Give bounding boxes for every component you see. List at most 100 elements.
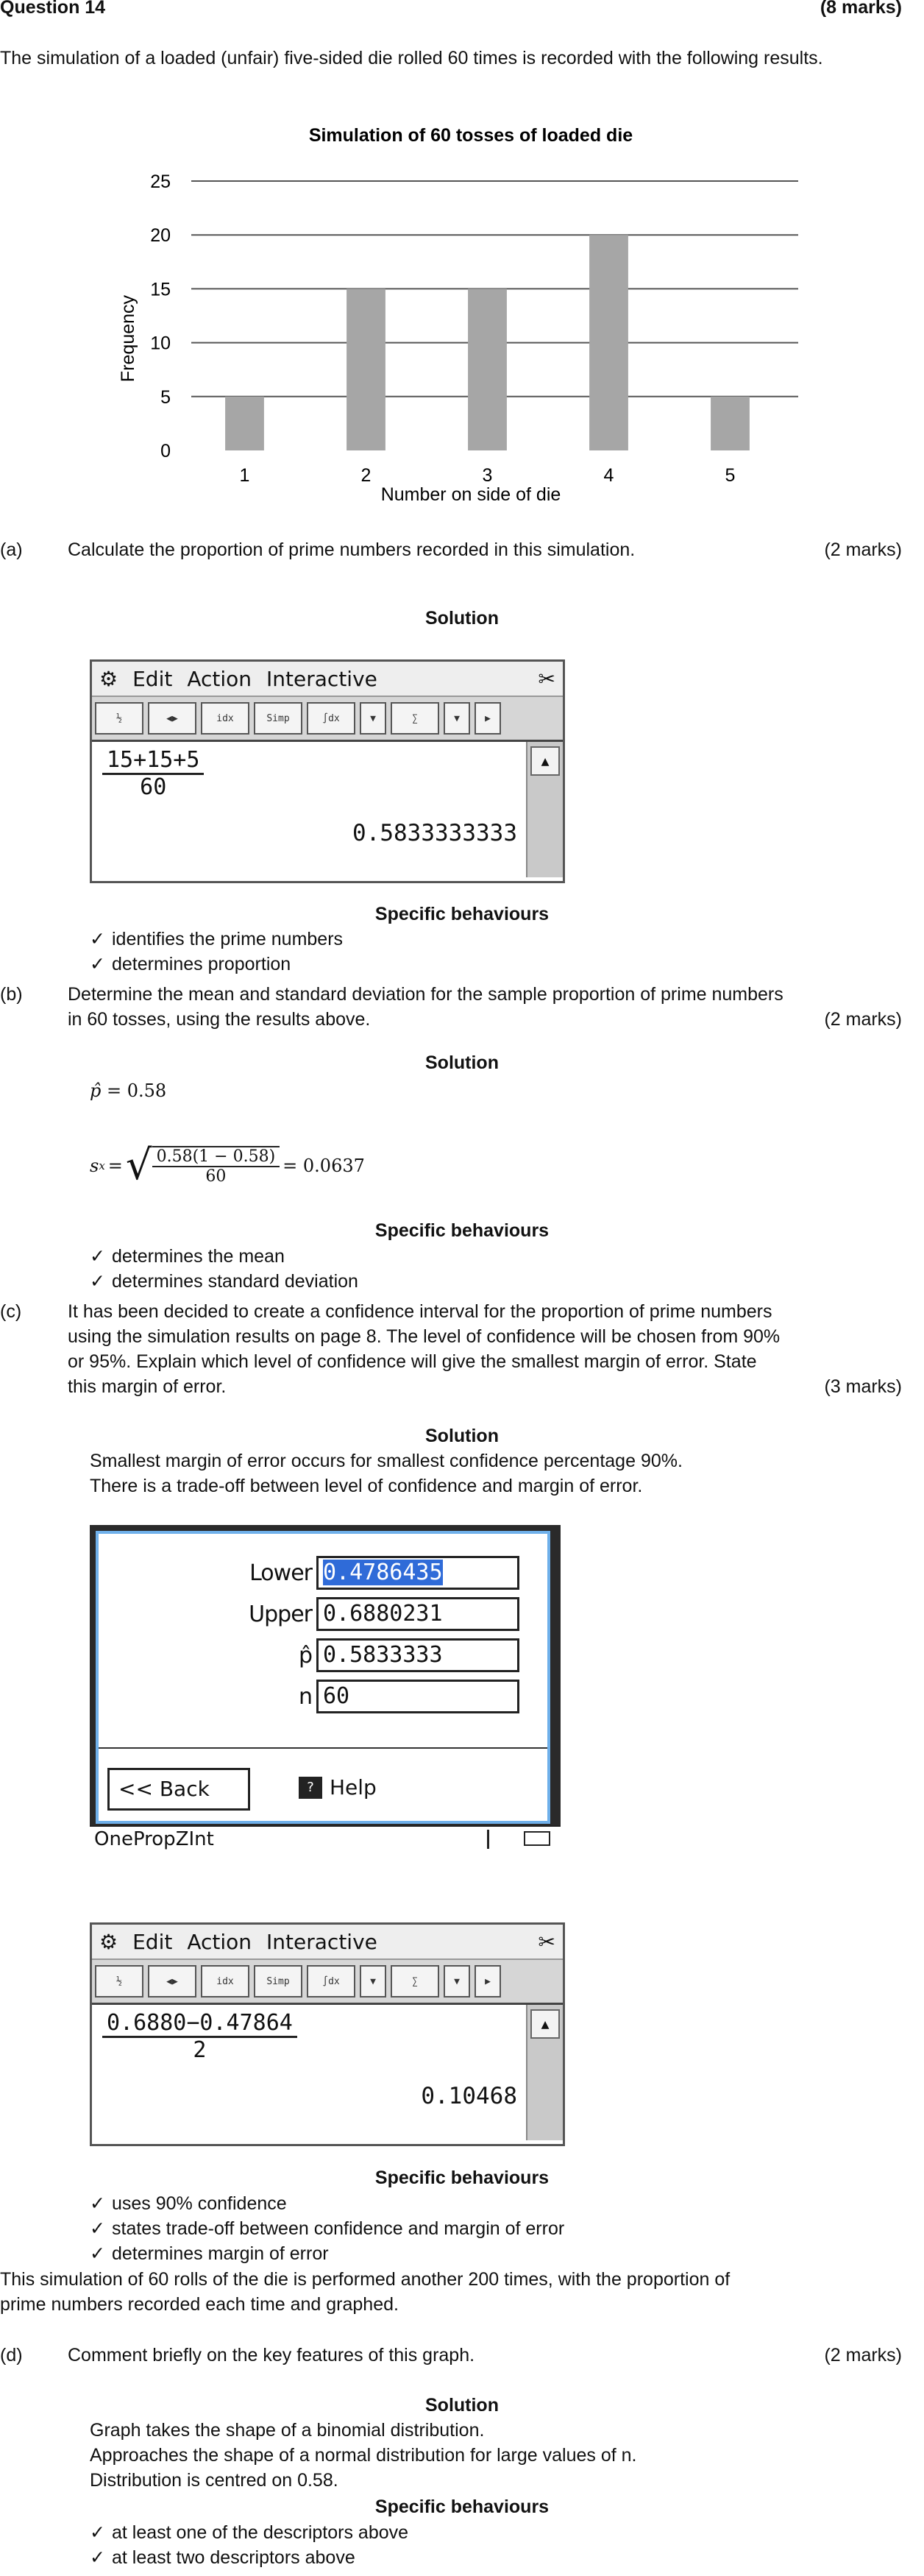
menu-interactive[interactable]: Interactive (266, 1930, 377, 1954)
part-c-question-line3: or 95%. Explain which level of confidenc… (68, 1351, 757, 1372)
part-c-behaviour-2: ✓ states trade-off between confidence and… (90, 2218, 565, 2239)
check-icon: ✓ (90, 2547, 105, 2568)
scroll-up-icon[interactable]: ▲ (530, 746, 560, 776)
calculator-screen-a: ⚙ Edit Action Interactive ✂ ½ ◀▶ idx Sim… (90, 659, 565, 883)
dropdown-button[interactable]: ▼ (360, 702, 386, 735)
result-dialog: Lower 0.4786435 Upper 0.6880231 p̂ 0.583… (96, 1531, 550, 1824)
play-icon[interactable]: ▶ (475, 702, 501, 735)
arrows-button[interactable]: ◀▶ (148, 702, 196, 735)
help-icon: ? (299, 1776, 322, 1799)
upper-label: Upper (249, 1602, 313, 1627)
mean-equation: p̂ = 0.58 (90, 1080, 167, 1101)
calculator-work-area: 15+15+5 60 0.5833333333 ▲ (92, 742, 563, 877)
scissors-icon[interactable]: ✂ (539, 1930, 555, 1954)
scroll-up-icon[interactable]: ▲ (530, 2009, 560, 2039)
part-b-question-line2: in 60 tosses, using the results above. (68, 1009, 371, 1030)
upper-field[interactable]: 0.6880231 (316, 1597, 519, 1631)
part-c-behaviours-heading: Specific behaviours (374, 2168, 550, 2188)
menu-edit[interactable]: Edit (132, 1930, 172, 1954)
part-c-behaviour-1: ✓ uses 90% confidence (90, 2193, 287, 2214)
divider (99, 1747, 547, 1749)
gear-icon[interactable]: ⚙ (99, 667, 118, 691)
bar-1 (225, 396, 264, 450)
calc-denominator: 60 (140, 774, 167, 800)
part-b-question-line1: Determine the mean and standard deviatio… (68, 984, 783, 1005)
question-number: Question 14 (0, 0, 106, 18)
y-tick-label: 25 (150, 171, 171, 192)
dropdown-button-2[interactable]: ▼ (444, 1965, 470, 1998)
part-d-behaviour-2: ✓ at least two descriptors above (90, 2547, 355, 2568)
x-tick-label: 1 (240, 465, 250, 486)
simp-button[interactable]: Simp (254, 1965, 302, 1998)
part-d-solution-line3: Distribution is centred on 0.58. (90, 2470, 338, 2491)
x-axis-label: Number on side of die (381, 484, 561, 505)
menu-edit[interactable]: Edit (132, 667, 172, 691)
fraction-button[interactable]: ½ (95, 1965, 143, 1998)
lower-field[interactable]: 0.4786435 (316, 1556, 519, 1590)
back-button[interactable]: << Back (107, 1768, 250, 1811)
x-tick-label: 2 (361, 465, 372, 486)
part-a-behaviours-heading: Specific behaviours (374, 904, 550, 924)
scissors-icon[interactable]: ✂ (539, 667, 555, 691)
battery-icon (524, 1831, 550, 1846)
calc-expression: 15+15+5 60 (102, 748, 205, 800)
phat-field[interactable]: 0.5833333 (316, 1638, 519, 1672)
bar-5 (711, 396, 750, 450)
check-icon: ✓ (90, 2218, 105, 2239)
part-c-question-line1: It has been decided to create a confiden… (68, 1301, 772, 1322)
part-d-label: (d) (0, 2345, 23, 2366)
part-b-solution-heading: Solution (425, 1052, 499, 1073)
calc-numerator: 15+15+5 (102, 748, 205, 775)
n-label: n (298, 1684, 313, 1710)
part-d-question: Comment briefly on the key features of t… (68, 2345, 475, 2366)
part-b-behaviour-1: ✓ determines the mean (90, 1246, 285, 1267)
check-icon: ✓ (90, 1271, 105, 1292)
part-a-behaviour-1: ✓ identifies the prime numbers (90, 929, 344, 949)
part-c-behaviour-3: ✓ determines margin of error (90, 2243, 329, 2264)
part-a-question: Calculate the proportion of prime number… (68, 539, 636, 560)
calculator-work-area: 0.6880−0.47864 2 0.10468 ▲ (92, 2005, 563, 2140)
lower-label: Lower (249, 1560, 313, 1586)
dropdown-button-2[interactable]: ▼ (444, 702, 470, 735)
status-bar: OnePropZInt (90, 1825, 561, 1850)
arrows-button[interactable]: ◀▶ (148, 1965, 196, 1998)
scrollbar[interactable]: ▲ (526, 742, 563, 877)
graph-button[interactable]: ∫dx (307, 702, 355, 735)
graph-button[interactable]: ∫dx (307, 1965, 355, 1998)
part-a-solution-heading: Solution (425, 608, 499, 629)
help-button[interactable]: ? Help (299, 1775, 377, 1800)
y-axis-label: Frequency (118, 294, 138, 382)
play-icon[interactable]: ▶ (475, 1965, 501, 1998)
check-icon: ✓ (90, 929, 105, 949)
part-c-solution-heading: Solution (425, 1426, 499, 1446)
simp-button[interactable]: Simp (254, 702, 302, 735)
part-a-marks: (2 marks) (824, 539, 902, 560)
n-field[interactable]: 60 (316, 1680, 519, 1713)
idx-button[interactable]: idx (201, 702, 249, 735)
part-c-marks: (3 marks) (824, 1376, 902, 1397)
menu-interactive[interactable]: Interactive (266, 667, 377, 691)
scrollbar[interactable]: ▲ (526, 2005, 563, 2140)
check-icon: ✓ (90, 954, 105, 974)
calc-result: 0.5833333333 (352, 820, 517, 846)
part-d-marks: (2 marks) (824, 2345, 902, 2366)
part-c-solution-line2: There is a trade-off between level of co… (90, 1476, 643, 1496)
x-tick-label: 5 (725, 465, 736, 486)
dropdown-button[interactable]: ▼ (360, 1965, 386, 1998)
stat-button[interactable]: ∑ (391, 702, 439, 735)
y-tick-label: 5 (160, 387, 171, 408)
stat-button[interactable]: ∑ (391, 1965, 439, 1998)
calculator-menu-bar: ⚙ Edit Action Interactive ✂ (92, 1925, 563, 1960)
chart-title: Simulation of 60 tosses of loaded die (309, 125, 633, 146)
check-icon: ✓ (90, 2193, 105, 2214)
gear-icon[interactable]: ⚙ (99, 1930, 118, 1954)
part-c-label: (c) (0, 1301, 22, 1322)
y-axis-ticks: 0 5 10 15 20 25 (150, 171, 171, 461)
part-d-intro-line2: prime numbers recorded each time and gra… (0, 2294, 399, 2315)
part-c-question-line2: using the simulation results on page 8. … (68, 1326, 781, 1347)
menu-action[interactable]: Action (187, 667, 252, 691)
menu-action[interactable]: Action (187, 1930, 252, 1954)
sd-equation: sx = √ 0.58(1 − 0.58) 60 = 0.0637 (90, 1142, 365, 1189)
idx-button[interactable]: idx (201, 1965, 249, 1998)
fraction-button[interactable]: ½ (95, 702, 143, 735)
